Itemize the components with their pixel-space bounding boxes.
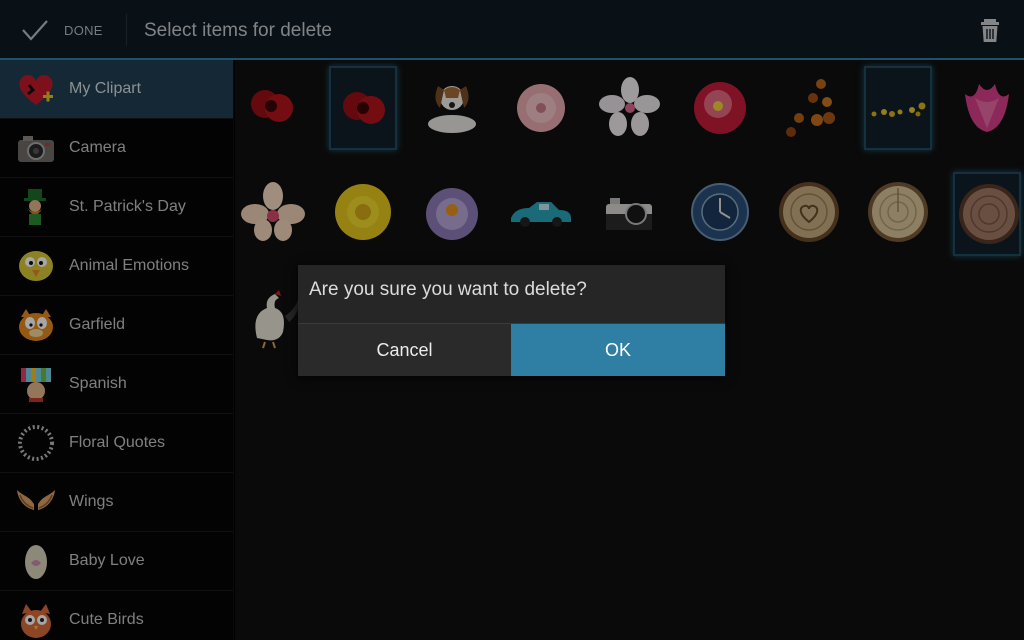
- delete-confirm-dialog: Are you sure you want to delete? Cancel …: [298, 265, 725, 376]
- dialog-message: Are you sure you want to delete?: [309, 279, 587, 300]
- cancel-button[interactable]: Cancel: [298, 324, 511, 376]
- ok-button[interactable]: OK: [511, 324, 725, 376]
